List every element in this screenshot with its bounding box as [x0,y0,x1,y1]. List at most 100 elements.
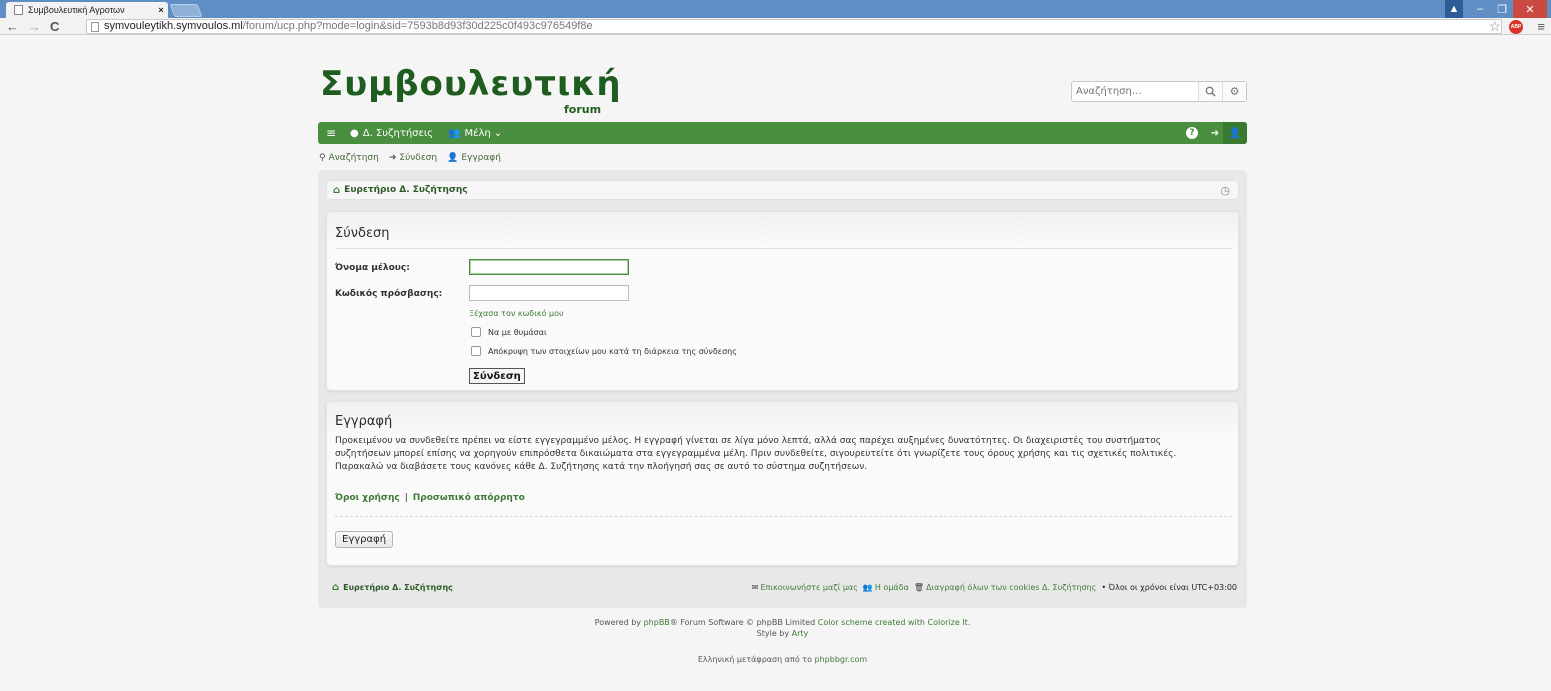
breadcrumb: ⌂ Ευρετήριο Δ. Συζήτησης ◷ [326,180,1239,200]
browser-titlebar: Συμβουλευτική Αγροτων × ▲ – ❐ ✕ [0,0,1551,18]
login-icon[interactable]: ➜ [1208,122,1222,144]
page-icon [91,21,99,32]
nav-discussions-label: Δ. Συζητήσεις [362,127,434,139]
footer-links: ✉ Επικοινωνήστε μαζί μας 👥 Η ομάδα 🗑 Δια… [752,577,1237,597]
maximize-button[interactable]: ❐ [1491,0,1513,18]
register-panel-header [327,402,1238,438]
nav-members[interactable]: 👥 Μέλη ⌄ [448,122,502,144]
reload-icon[interactable]: C [50,19,59,34]
register-button[interactable]: Εγγραφή [335,531,394,548]
checkbox-box[interactable] [471,346,481,356]
main-navbar: ≡ ● Δ. Συζητήσεις 👥 Μέλη ⌄ ? ➜ 👤 [318,122,1247,144]
timezone-text: • Όλοι οι χρόνοι είναι UTC+03:00 [1101,582,1237,592]
home-icon: ⌂ [332,581,340,593]
user-profile-icon[interactable]: ▲ [1445,0,1463,18]
arty-link[interactable]: Arty [792,629,809,638]
register-description: Προκειμένου να συνδεθείτε πρέπει να είστ… [335,435,1230,474]
quicklink-register[interactable]: 👤 Εγγραφή [447,153,501,163]
browser-menu-icon[interactable]: ≡ [1537,18,1545,35]
help-icon[interactable]: ? [1186,127,1198,139]
checkbox-box[interactable] [471,327,481,337]
password-field[interactable] [469,285,629,301]
footer-home-link[interactable]: ⌂ Ευρετήριο Δ. Συζήτησης [332,582,453,593]
back-icon[interactable]: ← [6,19,19,34]
team-link[interactable]: Η ομάδα [875,583,909,592]
close-window-button[interactable]: ✕ [1513,0,1547,18]
policy-links: Όροι χρήσης | Προσωπικό απόρρητο [335,493,525,503]
colorize-link[interactable]: Color scheme created with Colorize It. [818,618,971,627]
footer-navbar: ⌂ Ευρετήριο Δ. Συζήτησης ✉ Επικοινωνήστε… [326,577,1239,597]
tab-title: Συμβουλευτική Αγροτων [28,5,125,15]
login-submit-button[interactable]: Σύνδεση [469,368,525,384]
contact-link[interactable]: Επικοινωνήστε μαζί μας [761,583,858,592]
address-bar[interactable]: symvouleytikh.symvoulos.ml /forum/ucp.ph… [86,19,1502,34]
hide-online-checkbox[interactable]: Απόκρυψη των στοιχείων μου κατά τη διάρκ… [471,346,737,356]
nav-members-label: Μέλη ⌄ [464,127,503,139]
nav-discussions[interactable]: ● Δ. Συζητήσεις [350,122,433,144]
register-text-line: Προκειμένου να συνδεθείτε πρέπει να είστ… [335,436,1162,446]
login-icon: ➜ [388,153,397,163]
divider [335,248,1232,249]
quicklink-search[interactable]: ⚲ Αναζήτηση [319,153,379,163]
browser-tab[interactable]: Συμβουλευτική Αγροτων × [6,2,168,18]
adblock-icon[interactable]: ABP [1509,20,1523,34]
translation-credit: Ελληνική μετάφραση από το phpbbgr.com [318,655,1247,664]
register-user-icon[interactable]: 👤 [1223,122,1247,144]
advanced-search-gear-icon[interactable]: ⚙ [1222,82,1246,101]
register-panel: Εγγραφή Προκειμένου να συνδεθείτε πρέπει… [326,401,1239,566]
users-icon: 👥 [448,127,461,139]
team-icon: 👥 [862,582,873,592]
remember-me-checkbox[interactable]: Να με θυμάσαι [471,327,547,337]
minimize-button[interactable]: – [1469,0,1491,18]
forward-icon[interactable]: → [28,19,41,34]
username-label: Όνομα μέλους: [335,263,410,273]
login-panel: Σύνδεση Όνομα μέλους: Κωδικός πρόσβασης:… [326,211,1239,391]
translation-prefix: Ελληνική μετάφραση από το [697,655,812,664]
browser-toolbar: ← → C symvouleytikh.symvoulos.ml /forum/… [0,18,1551,35]
password-label: Κωδικός πρόσβασης: [335,289,443,299]
powered-mid: ® Forum Software © phpBB Limited [669,618,816,627]
page-icon [14,5,23,15]
new-tab-button[interactable] [169,4,203,17]
forgot-password-link[interactable]: Ξέχασα τον κωδικό μου [469,309,564,318]
register-heading: Εγγραφή [335,414,393,429]
quick-links: ⚲ Αναζήτηση ➜ Σύνδεση 👤 Εγγραφή [319,153,511,163]
quicklink-login[interactable]: ➜ Σύνδεση [389,153,437,163]
divider [335,516,1232,517]
site-logo-title[interactable]: Συμβουλευτική [320,64,622,104]
hide-online-label: Απόκρυψη των στοιχείων μου κατά τη διάρκ… [488,346,737,356]
login-panel-header [327,212,1238,248]
quicklink-register-label: Εγγραφή [461,153,501,163]
register-text-line: συζητήσεων μπορεί επίσης να χορηγούν επι… [335,449,1177,459]
search-icon[interactable] [1198,82,1222,101]
trash-icon: 🗑 [913,582,924,592]
breadcrumb-home-link[interactable]: Ευρετήριο Δ. Συζήτησης [344,185,467,195]
privacy-link[interactable]: Προσωπικό απόρρητο [413,493,525,503]
site-logo-subtitle: forum [564,103,602,116]
clock-icon: ◷ [1220,184,1230,197]
home-icon: ⌂ [333,184,341,196]
terms-link[interactable]: Όροι χρήσης [335,493,400,503]
tab-close-icon[interactable]: × [154,5,168,15]
url-host: symvouleytikh.symvoulos.ml [104,20,243,32]
envelope-icon: ✉ [751,582,759,592]
window-controls: ▲ – ❐ ✕ [1445,0,1547,18]
search-icon: ⚲ [319,153,326,163]
style-by: Style by [756,629,790,638]
powered-prefix: Powered by [594,618,642,627]
phpbb-link[interactable]: phpBB [644,618,670,627]
register-user-icon: 👤 [447,153,459,163]
link-separator: | [404,493,408,503]
url-path: /forum/ucp.php?mode=login&sid=7593b8d93f… [242,20,593,32]
bookmark-star-icon[interactable]: ☆ [1488,18,1501,35]
quicklink-search-label: Αναζήτηση [328,153,379,163]
search-box: ⚙ [1071,81,1247,102]
copyright: Powered by phpBB® Forum Software © phpBB… [318,617,1247,639]
search-input[interactable] [1072,82,1198,101]
username-field[interactable] [469,259,629,275]
hamburger-menu-icon[interactable]: ≡ [326,122,336,144]
remember-me-label: Να με θυμάσαι [488,327,547,337]
delete-cookies-link[interactable]: Διαγραφή όλων των cookies Δ. Συζήτησης [926,583,1096,592]
phpbbgr-link[interactable]: phpbbgr.com [815,655,868,664]
quicklink-login-label: Σύνδεση [399,153,438,163]
